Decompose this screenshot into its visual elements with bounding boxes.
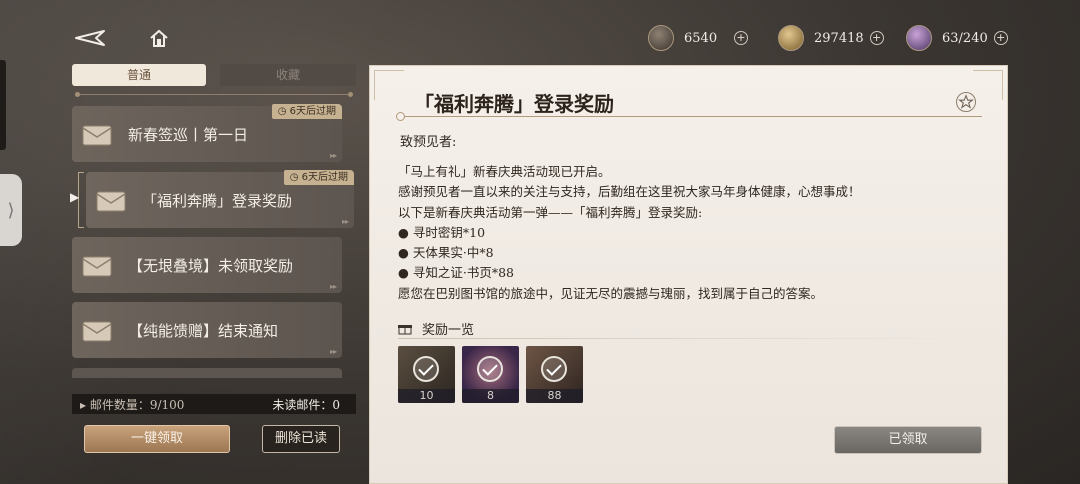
favorite-star-icon[interactable] bbox=[956, 92, 976, 112]
expiry-text: 6天后过期 bbox=[301, 172, 348, 183]
more-arrows-icon: ▸▸ bbox=[329, 282, 337, 291]
mail-count-bar: ▸ 邮件数量：9/100 未读邮件：0 bbox=[72, 394, 356, 414]
mail-greeting: 致预见者: bbox=[400, 135, 457, 150]
mail-body-line: ● 天体果实·中*8 bbox=[398, 245, 494, 261]
tab-favorites[interactable]: 收藏 bbox=[220, 64, 356, 86]
mail-title: 新春签巡丨第一日 bbox=[128, 125, 249, 144]
mail-title: 【无垠叠境】未领取奖励 bbox=[128, 256, 294, 275]
envelope-icon bbox=[82, 321, 112, 342]
reward-quantity: 88 bbox=[526, 389, 583, 403]
mail-title: 【纯能馈赠】结束通知 bbox=[128, 321, 279, 340]
mail-body-line: ● 寻时密钥*10 bbox=[398, 224, 486, 240]
tab-normal[interactable]: 普通 bbox=[72, 64, 206, 86]
panel-ornament bbox=[973, 70, 1003, 100]
add-currency-button[interactable]: + bbox=[734, 31, 748, 45]
envelope-icon bbox=[82, 125, 112, 146]
reward-item[interactable]: 8 bbox=[462, 346, 519, 403]
mail-body-line: 愿您在巴别图书馆的旅途中，见证无尽的震撼与瑰丽，找到属于自己的答案。 bbox=[398, 285, 824, 301]
envelope-icon bbox=[96, 191, 126, 212]
currency-value: 6540 bbox=[684, 30, 718, 46]
add-currency-button[interactable]: + bbox=[993, 31, 1008, 45]
expiry-badge: ◷ 6天后过期 bbox=[271, 104, 342, 119]
more-arrows-icon: ▸▸ bbox=[341, 217, 349, 226]
rewards-divider bbox=[398, 338, 972, 339]
reward-item[interactable]: 88 bbox=[526, 346, 583, 403]
mail-count-text: 邮件数量：9/100 bbox=[89, 397, 185, 412]
rewards-heading-text: 奖励一览 bbox=[422, 323, 475, 338]
stamina-orb-icon bbox=[906, 25, 932, 51]
mail-list-item-partial[interactable] bbox=[72, 368, 342, 378]
side-drawer-handle[interactable]: ⟩ bbox=[0, 174, 22, 246]
claimed-check-icon bbox=[477, 356, 503, 382]
currency-quill: 6540 + bbox=[648, 24, 748, 52]
currency-value: 63/240 bbox=[942, 30, 988, 46]
currency-gold: 297418 + bbox=[778, 24, 884, 52]
quill-currency-icon bbox=[648, 25, 674, 51]
delete-read-button[interactable]: 删除已读 bbox=[262, 425, 340, 453]
tab-divider bbox=[75, 92, 353, 97]
back-arrow-icon[interactable] bbox=[74, 28, 108, 48]
reward-item[interactable]: 10 bbox=[398, 346, 455, 403]
mail-body-line: 「马上有礼」新春庆典活动现已开启。 bbox=[398, 164, 611, 179]
mail-list-item-selected[interactable]: 「福利奔腾」登录奖励 ◷ 6天后过期 ▸▸ bbox=[86, 170, 354, 228]
claimed-button[interactable]: 已领取 bbox=[834, 426, 982, 454]
mail-list-item[interactable]: 新春签巡丨第一日 ◷ 6天后过期 ▸▸ bbox=[72, 104, 342, 162]
mail-detail-panel: 「福利奔腾」登录奖励 致预见者: 「马上有礼」新春庆典活动现已开启。 感谢预见者… bbox=[369, 65, 1008, 484]
claimed-check-icon bbox=[413, 356, 439, 382]
unread-count: 未读邮件：0 bbox=[272, 397, 340, 412]
title-divider bbox=[400, 116, 982, 117]
claim-all-button[interactable]: 一键领取 bbox=[84, 425, 230, 453]
mail-list-item[interactable]: 【无垠叠境】未领取奖励 ▸▸ bbox=[72, 237, 342, 293]
gold-coin-icon bbox=[778, 25, 804, 51]
envelope-icon bbox=[82, 256, 112, 277]
expiry-badge: ◷ 6天后过期 bbox=[283, 170, 354, 185]
more-arrows-icon: ▸▸ bbox=[329, 347, 337, 356]
mail-count: ▸ 邮件数量：9/100 bbox=[80, 397, 185, 412]
more-arrows-icon: ▸▸ bbox=[329, 151, 337, 160]
mail-body: 「马上有礼」新春庆典活动现已开启。 感谢预见者一直以来的关注与支持，后勤组在这里… bbox=[398, 162, 994, 304]
home-icon[interactable] bbox=[148, 28, 170, 48]
panel-ornament bbox=[374, 70, 404, 100]
selected-pointer-icon: ▶ bbox=[70, 190, 80, 204]
mail-list-item[interactable]: 【纯能馈赠】结束通知 ▸▸ bbox=[72, 302, 342, 358]
mail-body-line: 感谢预见者一直以来的关注与支持，后勤组在这里祝大家马年身体健康，心想事成！ bbox=[398, 184, 861, 200]
gift-box-icon bbox=[398, 325, 412, 335]
claimed-check-icon bbox=[541, 356, 567, 382]
left-edge-strip bbox=[0, 60, 6, 150]
mail-body-line: ● 寻知之证·书页*88 bbox=[398, 265, 515, 281]
rewards-heading: 奖励一览 bbox=[398, 319, 474, 338]
mail-title: 「福利奔腾」登录奖励 bbox=[142, 191, 293, 210]
title-ornament-dot bbox=[396, 112, 405, 121]
reward-quantity: 8 bbox=[462, 389, 519, 403]
expiry-text: 6天后过期 bbox=[289, 106, 336, 117]
currency-stamina: 63/240 + bbox=[906, 24, 1008, 52]
currency-value: 297418 bbox=[814, 30, 864, 46]
mail-detail-title: 「福利奔腾」登录奖励 bbox=[414, 92, 614, 116]
add-currency-button[interactable]: + bbox=[869, 31, 884, 45]
reward-quantity: 10 bbox=[398, 389, 455, 403]
mail-body-line: 以下是新春庆典活动第一弹——「福利奔腾」登录奖励: bbox=[398, 204, 703, 220]
